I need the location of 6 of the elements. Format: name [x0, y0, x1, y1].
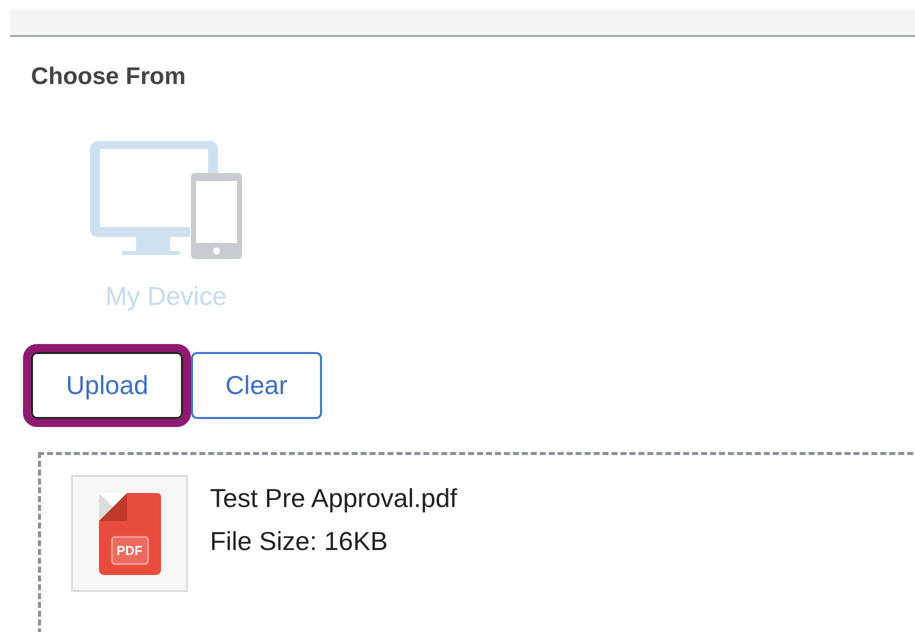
file-name: Test Pre Approval.pdf [210, 483, 458, 514]
monitor-phone-icon [90, 141, 242, 259]
action-button[interactable]: Clear [191, 352, 322, 419]
document-icon: PDF [98, 492, 160, 574]
section-heading: Choose From [31, 63, 187, 91]
file-size: File Size: 16KB [210, 526, 388, 557]
